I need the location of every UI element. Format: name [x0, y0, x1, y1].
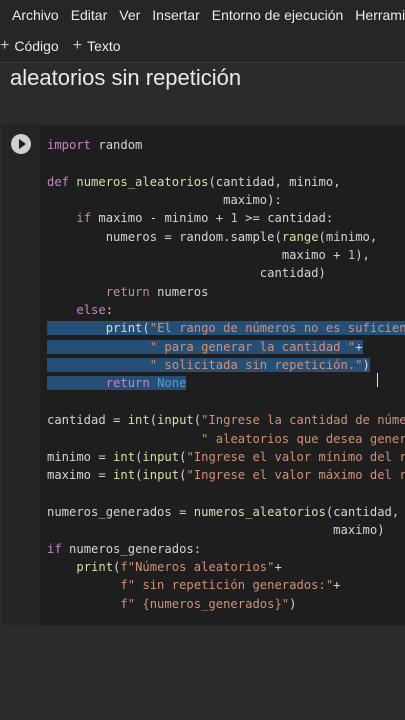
- add-code-button[interactable]: + Código: [0, 37, 59, 55]
- add-code-label: Código: [14, 38, 59, 54]
- menu-editar[interactable]: Editar: [71, 7, 108, 23]
- code-line: print(f"Números aleatorios"+: [76, 559, 282, 574]
- code-line: if maximo - minimo + 1 >= cantidad:: [76, 211, 334, 226]
- menu-archivo[interactable]: Archivo: [12, 7, 59, 23]
- code-line: numeros_generados = numeros_aleatorios(c…: [47, 504, 400, 519]
- code-line: else:: [76, 303, 114, 318]
- code-line: " aleatorios que desea generar: ")): [201, 431, 405, 446]
- add-text-button[interactable]: + Texto: [73, 37, 121, 55]
- section-heading: aleatorios sin repetición: [10, 65, 242, 90]
- code-line: import random: [47, 138, 143, 152]
- code-line: f" sin repetición generados:"+: [120, 578, 341, 593]
- code-line: def numeros_aleatorios(cantidad, minimo,: [47, 174, 341, 189]
- code-line: minimo = int(input("Ingrese el valor mín…: [47, 449, 405, 464]
- toolbar: + Código + Texto: [0, 30, 405, 63]
- menu-bar: Archivo Editar Ver Insertar Entorno de e…: [0, 0, 405, 30]
- run-cell-icon[interactable]: [11, 134, 31, 154]
- code-line: maximo): [333, 523, 385, 538]
- add-text-label: Texto: [87, 38, 121, 54]
- menu-herramientas[interactable]: Herramie: [355, 7, 405, 23]
- code-cell[interactable]: import random def numeros_aleatorios(can…: [2, 125, 405, 625]
- code-line: return None: [47, 374, 405, 392]
- code-editor[interactable]: import random def numeros_aleatorios(can…: [47, 136, 405, 613]
- plus-icon: +: [0, 37, 10, 54]
- plus-icon: +: [72, 37, 83, 54]
- code-line: maximo):: [223, 193, 282, 208]
- code-line: numeros = random.sample(range(minimo,: [105, 229, 378, 244]
- code-line: " para generar la cantidad "+: [47, 338, 405, 356]
- code-line: return numeros: [105, 284, 209, 299]
- code-line: if numeros_generados:: [47, 541, 202, 556]
- code-line: " solicitada sin repetición."): [47, 356, 405, 374]
- menu-insertar[interactable]: Insertar: [152, 7, 199, 23]
- menu-entorno[interactable]: Entorno de ejecución: [212, 7, 344, 23]
- code-line: maximo + 1),: [281, 248, 370, 263]
- code-line: cantidad): [259, 266, 326, 281]
- code-line: print("El rango de números no es suficie…: [47, 319, 405, 337]
- code-line: f" {numeros_generados}"): [120, 596, 297, 611]
- menu-ver[interactable]: Ver: [119, 7, 140, 23]
- page-background: [0, 625, 405, 720]
- code-line: cantidad = int(input("Ingrese la cantida…: [47, 413, 405, 428]
- cell-gutter: [2, 125, 40, 625]
- code-line: maximo = int(input("Ingrese el valor máx…: [47, 468, 405, 483]
